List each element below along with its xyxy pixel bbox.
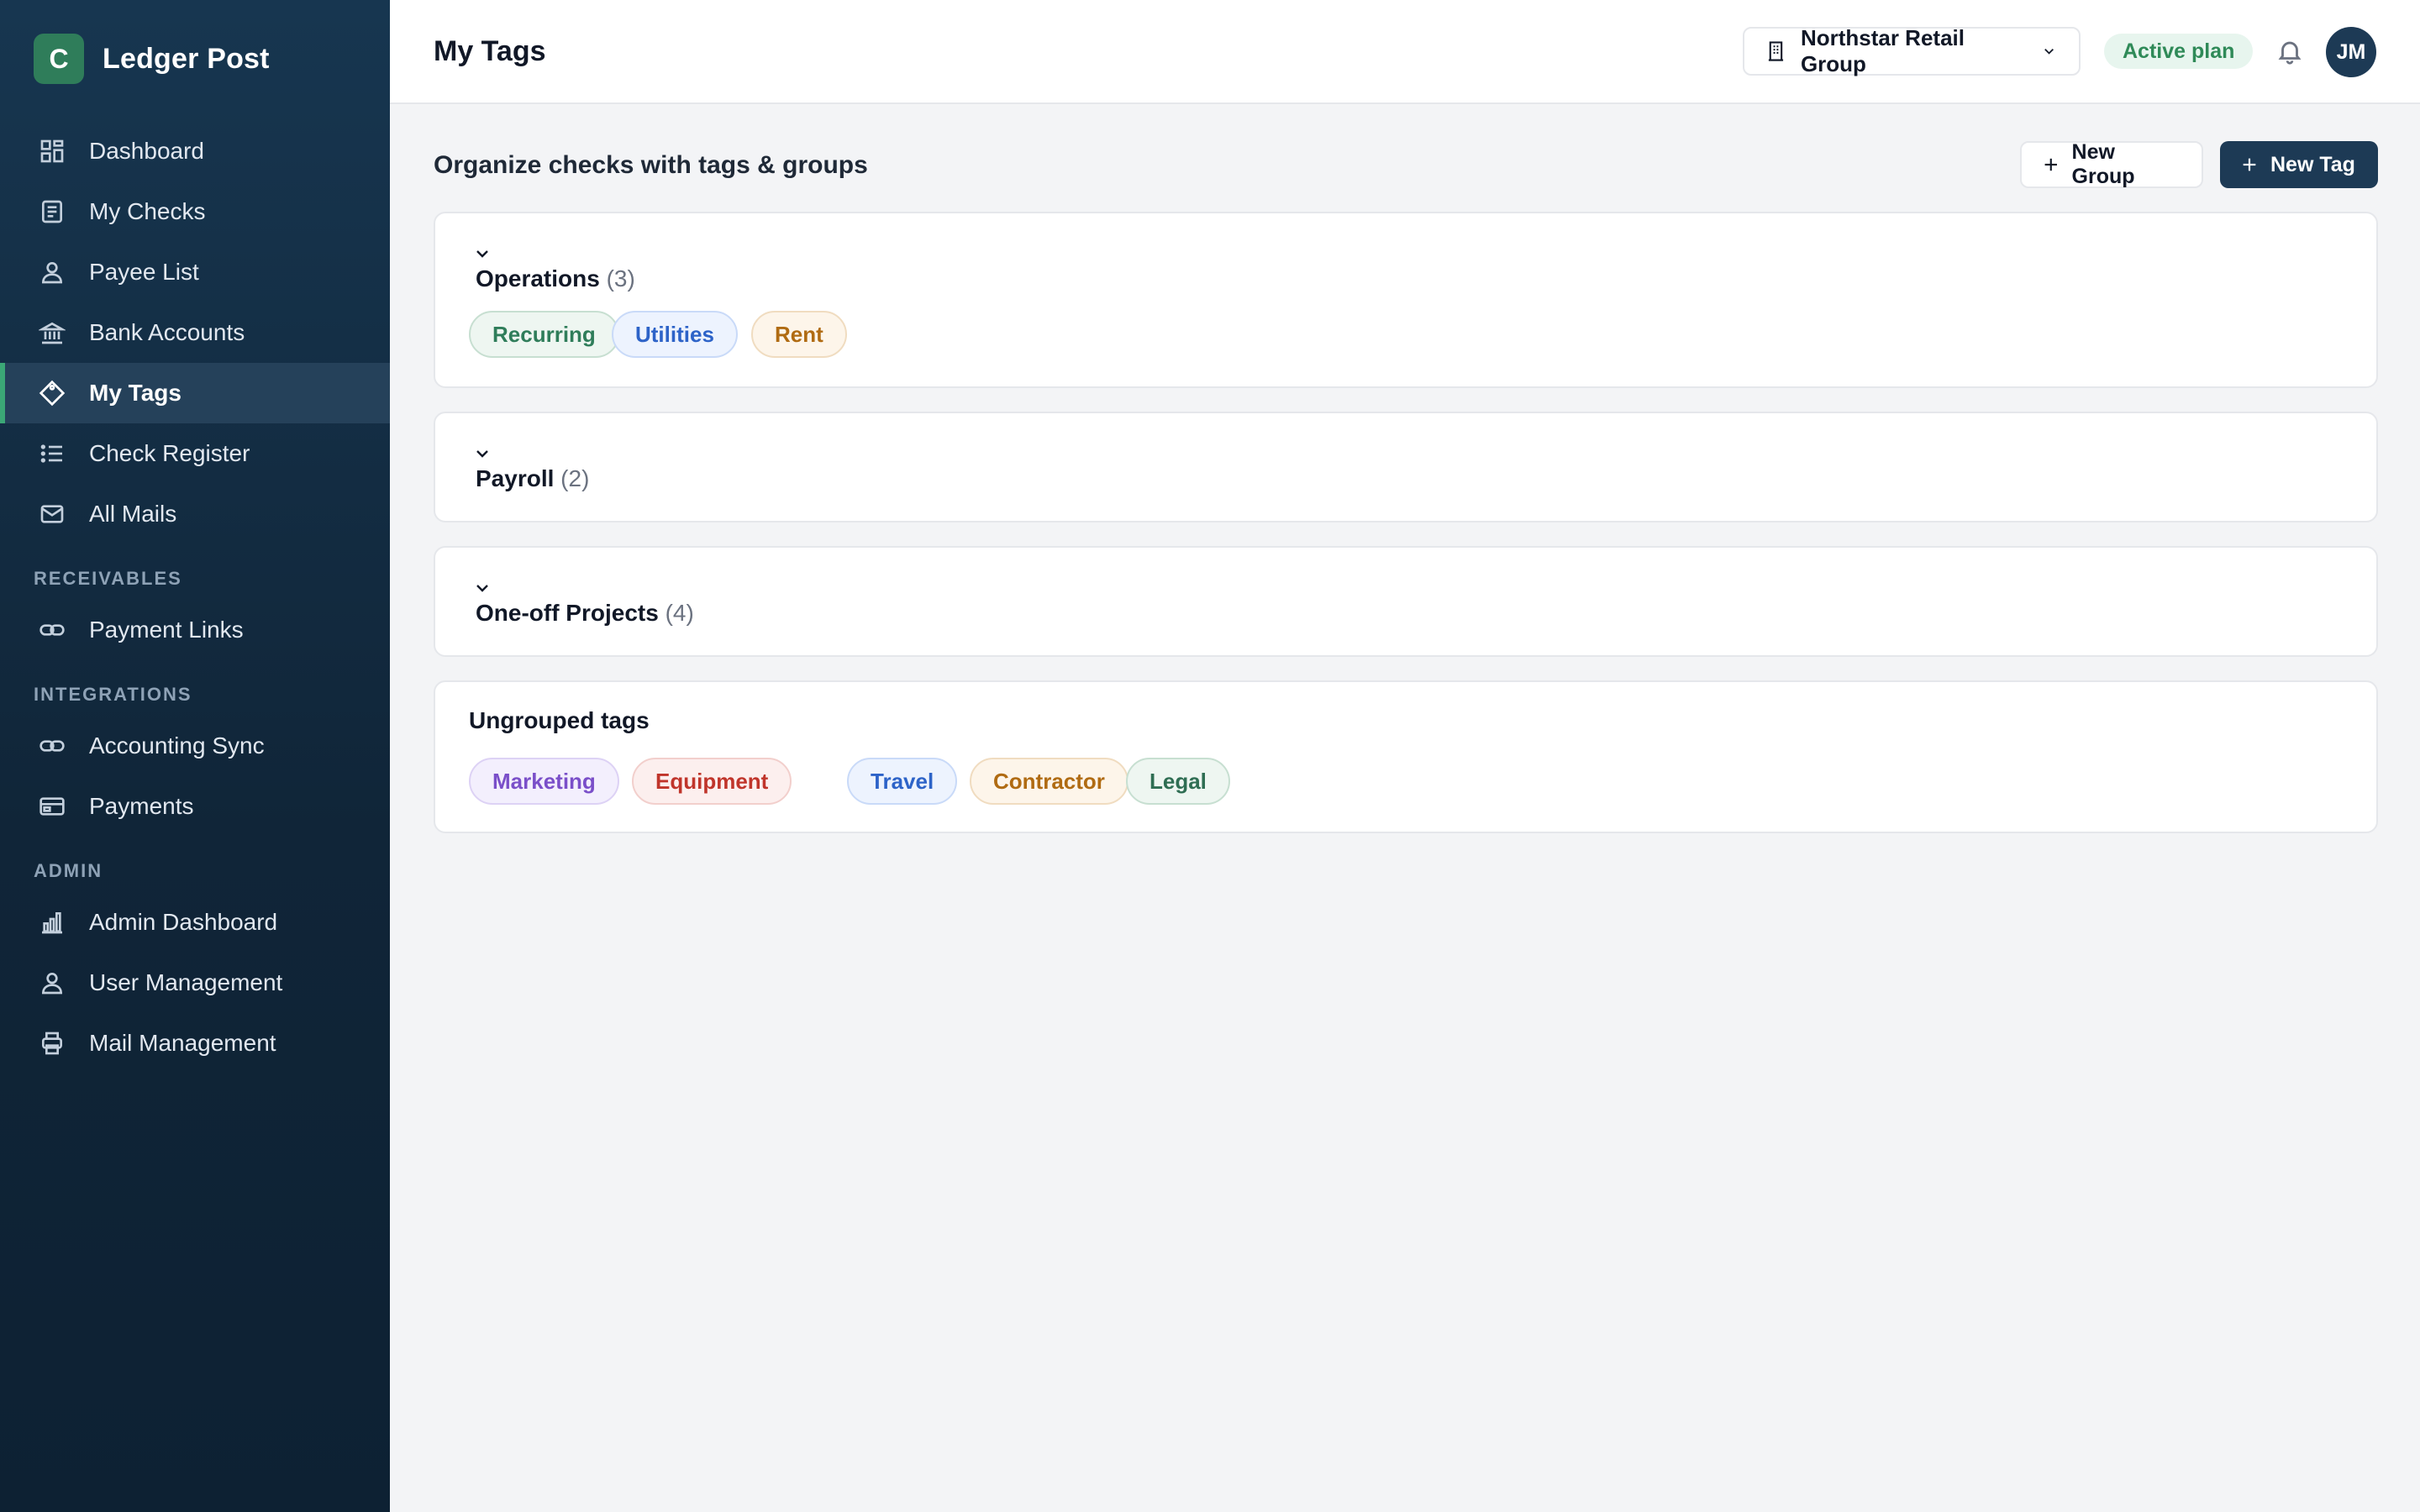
document-icon — [39, 198, 66, 225]
printer-icon — [39, 1030, 66, 1057]
sidebar-item-check-register[interactable]: Check Register — [0, 423, 390, 484]
new-group-label: New Group — [2071, 140, 2135, 188]
tag-chip[interactable]: Travel — [847, 758, 958, 805]
tag-chip[interactable]: Utilities — [612, 311, 738, 358]
brand-logo: C — [34, 34, 84, 84]
ungrouped-tags-card: Ungrouped tags Marketing Equipment Trave… — [434, 680, 2378, 833]
bar-chart-icon — [39, 909, 66, 936]
group-title[interactable]: Operations (3) — [476, 265, 635, 292]
sidebar-item-user-management[interactable]: User Management — [0, 953, 390, 1013]
tag-chip[interactable]: Legal — [1126, 758, 1230, 805]
sidebar-item-payment-links[interactable]: Payment Links — [0, 600, 390, 660]
sidebar-item-accounting-sync[interactable]: Accounting Sync — [0, 716, 390, 776]
brand[interactable]: C Ledger Post — [34, 34, 270, 84]
plan-status-badge: Active plan — [2104, 34, 2254, 69]
sidebar-item-payments[interactable]: Payments — [0, 776, 390, 837]
sidebar-item-label: Admin Dashboard — [89, 909, 278, 935]
group-title[interactable]: Payroll (2) — [476, 465, 589, 492]
sidebar-item-label: Mail Management — [89, 1030, 276, 1056]
person-icon — [39, 259, 66, 286]
sidebar-item-label: All Mails — [89, 501, 177, 527]
main-area: My Tags Northstar Retail Group Active pl… — [390, 0, 2420, 1512]
group-name: Operations — [476, 265, 600, 291]
sidebar-item-my-tags[interactable]: My Tags — [0, 363, 390, 423]
tag-icon — [39, 380, 66, 407]
section-subtitle: Organize checks with tags & groups — [434, 151, 868, 179]
notifications-bell-icon[interactable] — [2275, 37, 2304, 66]
plus-icon — [2044, 158, 2057, 171]
section-label-receivables: RECEIVABLES — [34, 568, 182, 589]
building-icon — [1768, 41, 1784, 61]
sidebar-item-label: Payments — [89, 793, 194, 819]
tag-chip[interactable]: Rent — [751, 311, 847, 358]
section-label-admin: ADMIN — [34, 860, 103, 881]
new-tag-label: New Tag — [2270, 152, 2355, 176]
list-icon — [39, 440, 66, 467]
tag-group-card-one-off-projects: One-off Projects (4) — [434, 546, 2378, 657]
ungrouped-title: Ungrouped tags — [469, 707, 650, 733]
sidebar-item-all-mails[interactable]: All Mails — [0, 484, 390, 544]
group-count: (2) — [560, 465, 590, 491]
tag-group-card-payroll: Payroll (2) — [434, 412, 2378, 522]
sidebar-item-admin-dashboard[interactable]: Admin Dashboard — [0, 892, 390, 953]
sidebar-item-mail-management[interactable]: Mail Management — [0, 1013, 390, 1074]
chevron-down-icon[interactable] — [472, 578, 492, 598]
chevron-down-icon[interactable] — [472, 244, 492, 264]
tag-chip[interactable]: Contractor — [970, 758, 1128, 805]
org-selector[interactable]: Northstar Retail Group — [1743, 25, 2081, 76]
sidebar-item-label: User Management — [89, 969, 283, 995]
group-count: (3) — [606, 265, 635, 291]
plus-icon — [2243, 158, 2256, 171]
sidebar-item-my-checks[interactable]: My Checks — [0, 181, 390, 242]
tag-chip[interactable]: Recurring — [469, 311, 619, 358]
page-title: My Tags — [434, 35, 546, 67]
link-icon — [39, 617, 66, 643]
sidebar-item-label: My Checks — [89, 198, 206, 224]
sidebar-item-label: Bank Accounts — [89, 319, 245, 345]
sidebar-item-label: My Tags — [89, 380, 182, 406]
card-icon — [39, 793, 66, 820]
sidebar-item-label: Payment Links — [89, 617, 244, 643]
chevron-down-icon[interactable] — [472, 444, 492, 464]
tag-group-card-operations: Operations (3) Recurring Utilities Rent — [434, 212, 2378, 388]
top-header: My Tags Northstar Retail Group Active pl… — [390, 0, 2420, 104]
new-tag-button[interactable]: New Tag — [2220, 141, 2378, 188]
sidebar-item-label: Payee List — [89, 259, 199, 285]
group-title[interactable]: One-off Projects (4) — [476, 600, 694, 627]
group-name: Payroll — [476, 465, 555, 491]
new-group-button[interactable]: New Group — [2020, 140, 2203, 188]
link-icon — [39, 732, 66, 759]
person-icon — [39, 969, 66, 996]
group-name: One-off Projects — [476, 600, 659, 626]
tag-chip[interactable]: Equipment — [632, 758, 792, 805]
sidebar-item-dashboard[interactable]: Dashboard — [0, 121, 390, 181]
group-count: (4) — [665, 600, 694, 626]
sidebar-item-bank-accounts[interactable]: Bank Accounts — [0, 302, 390, 363]
mail-icon — [39, 501, 66, 528]
grid-icon — [39, 138, 66, 165]
brand-name: Ledger Post — [103, 42, 270, 75]
sidebar-item-label: Dashboard — [89, 138, 204, 164]
section-label-integrations: INTEGRATIONS — [34, 684, 192, 705]
chevron-down-icon — [2044, 48, 2054, 55]
tag-chip[interactable]: Marketing — [469, 758, 619, 805]
sidebar-item-label: Accounting Sync — [89, 732, 265, 759]
sidebar: C Ledger Post Dashboard My Checks Payee … — [0, 0, 390, 1512]
org-selector-label: Northstar Retail Group — [1800, 25, 1965, 76]
sidebar-item-payee-list[interactable]: Payee List — [0, 242, 390, 302]
bank-icon — [39, 319, 66, 346]
sidebar-item-label: Check Register — [89, 440, 250, 466]
user-avatar[interactable]: JM — [2326, 27, 2376, 77]
